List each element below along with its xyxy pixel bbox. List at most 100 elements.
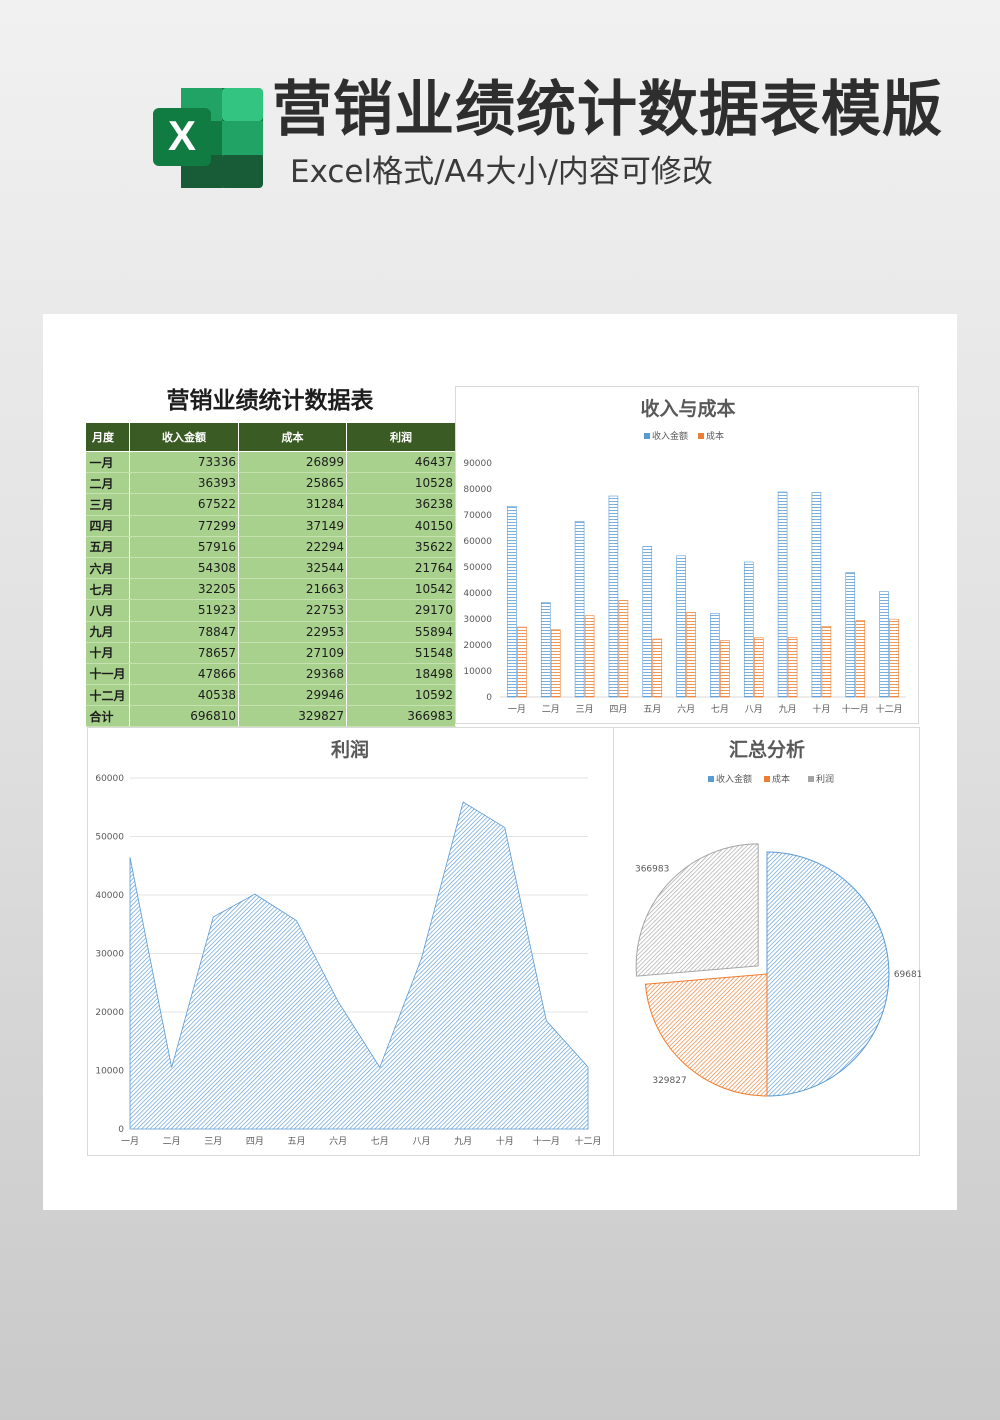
x-tick-label: 六月	[677, 703, 695, 715]
table-row: 四月 77299 37149 40150	[85, 515, 456, 537]
income-cost-chart: 收入与成本 收入金额 成本 0 10000 20000 30000 40000 50000 600…	[455, 386, 919, 724]
table-row: 十月 78657 27109 51548	[85, 642, 456, 664]
y-tick-label: 40000	[95, 891, 124, 901]
header-cost: 成本	[238, 422, 347, 452]
pie-slice-income	[766, 851, 890, 1097]
x-tick-label: 八月	[745, 704, 763, 715]
x-tick-label: 十二月	[876, 703, 903, 715]
y-tick-label: 0	[118, 1125, 124, 1135]
chart-title: 利润	[331, 738, 369, 761]
y-tick-label: 20000	[463, 641, 492, 651]
y-tick-label: 30000	[95, 950, 124, 960]
cell-month: 四月	[85, 515, 130, 537]
bar-cost	[889, 618, 899, 698]
x-tick-label: 七月	[711, 704, 729, 715]
logo-letter: X	[168, 112, 196, 159]
x-tick-label: 十二月	[574, 1135, 601, 1147]
bar-cost	[517, 626, 527, 698]
cell-month: 八月	[85, 599, 130, 622]
x-tick-label: 二月	[542, 704, 560, 715]
cell-cost: 21663	[238, 578, 347, 601]
cell-income: 47866	[129, 663, 239, 686]
cell-cost: 22953	[238, 621, 347, 643]
table-row: 二月 36393 25865 10528	[85, 472, 456, 495]
y-tick-label: 60000	[463, 537, 492, 547]
cell-income: 57916	[129, 536, 239, 558]
bar-income	[540, 602, 551, 698]
bar-cost	[720, 640, 730, 698]
bar-cost	[652, 638, 663, 698]
bar-cost	[787, 637, 798, 698]
profit-area	[129, 801, 589, 1130]
table-title: 营销业绩统计数据表	[166, 388, 374, 414]
header-income: 收入金额	[129, 422, 239, 452]
bar-income	[879, 591, 889, 698]
cell-cost: 37149	[238, 515, 347, 537]
cell-profit: 18498	[346, 663, 456, 686]
x-tick-label: 八月	[412, 1136, 430, 1147]
cell-profit: 46437	[346, 451, 456, 474]
chart-title: 收入与成本	[640, 397, 735, 420]
total-profit: 366983	[346, 705, 456, 728]
bar-cost	[550, 629, 561, 698]
y-tick-label: 70000	[463, 511, 492, 521]
y-tick-label: 10000	[95, 1067, 124, 1077]
bar-cost	[584, 615, 595, 698]
total-month: 合计	[85, 705, 130, 728]
summary-chart: 汇总分析收入金额 成本 利润 696810 329827 366983	[613, 727, 921, 1156]
y-tick-label: 10000	[463, 667, 492, 677]
y-tick-label: 50000	[463, 563, 492, 573]
cell-profit: 21764	[346, 557, 456, 580]
y-tick-label: 0	[486, 693, 492, 703]
excel-logo-icon: X	[153, 88, 263, 188]
x-tick-label: 十月	[496, 1135, 514, 1147]
header-profit: 利润	[346, 422, 456, 452]
bar-income	[845, 572, 856, 698]
income-cost-chart-svg: 收入与成本收入金额 成本 0 10000 20000 30000 40000 50000 600…	[463, 397, 906, 715]
x-tick-label: 二月	[163, 1136, 181, 1147]
cell-month: 五月	[85, 536, 130, 558]
bar-income	[777, 491, 788, 698]
cell-month: 一月	[85, 451, 130, 474]
cell-profit: 35622	[346, 536, 456, 558]
total-income: 696810	[129, 705, 239, 728]
y-tick-label: 80000	[463, 485, 492, 495]
cell-income: 36393	[129, 472, 239, 495]
cell-cost: 31284	[238, 493, 347, 516]
bar-income	[574, 521, 585, 698]
bar-cost	[821, 626, 832, 698]
cell-month: 六月	[85, 557, 130, 580]
legend-label-profit: 利润	[816, 773, 834, 785]
total-cost: 329827	[238, 705, 347, 728]
cell-income: 73336	[129, 451, 239, 474]
x-tick-label: 十月	[812, 703, 830, 715]
bar-income	[676, 555, 686, 698]
x-tick-label: 五月	[288, 1136, 306, 1147]
x-tick-label: 三月	[576, 704, 594, 715]
cell-month: 十二月	[85, 684, 130, 707]
bar-income	[710, 612, 720, 698]
cell-income: 51923	[129, 599, 239, 622]
table-row: 九月 78847 22953 55894	[85, 621, 456, 643]
x-tick-label: 三月	[204, 1136, 222, 1147]
legend-label-cost: 成本	[772, 773, 790, 785]
cell-cost: 22753	[238, 599, 347, 622]
cell-cost: 32544	[238, 557, 347, 580]
cell-cost: 26899	[238, 451, 347, 474]
table-row: 八月 51923 22753 29170	[85, 599, 456, 622]
cell-profit: 40150	[346, 515, 456, 537]
cell-profit: 10592	[346, 684, 456, 707]
cell-cost: 29368	[238, 663, 347, 686]
y-tick-label: 90000	[463, 459, 492, 469]
bar-income	[507, 506, 517, 698]
profit-chart: 利润 0 10000 20000 30000 40000 50000 60000 一月 二月 三月 四…	[87, 727, 614, 1156]
pie-label-profit: 366983	[635, 864, 669, 874]
cell-cost: 27109	[238, 642, 347, 664]
summary-chart-svg: 汇总分析收入金额 成本 利润 696810 329827 366983	[635, 738, 921, 1097]
spreadsheet-preview: 营销业绩统计数据表 月度 收入金额 成本 利润 一月 73336 26899 4643…	[43, 314, 957, 1210]
x-tick-label: 五月	[643, 704, 661, 715]
profit-chart-svg: 利润 0 10000 20000 30000 40000 50000 60000 一月 二月 三月 四…	[95, 738, 601, 1147]
x-tick-label: 九月	[454, 1136, 472, 1147]
cell-month: 三月	[85, 493, 130, 516]
chart-title: 汇总分析	[729, 738, 805, 761]
